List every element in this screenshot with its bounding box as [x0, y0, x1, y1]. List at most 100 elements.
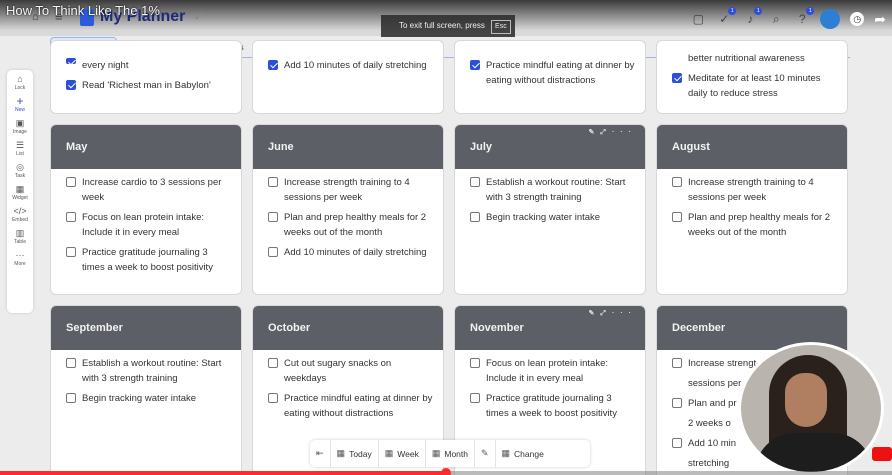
card-body: Focus on lean protein intake: Include it…	[455, 350, 645, 421]
left-toolbar: ⌂ Lock + New ▣ Image ☰ List ◎ Task ▦ Widget </> Embed…	[7, 70, 33, 313]
toolbar-embed[interactable]: </> Embed	[12, 206, 28, 223]
task-checkbox[interactable]	[470, 212, 480, 222]
month-card-partial: Add 10 minutes of daily stretching	[252, 40, 444, 114]
task-text[interactable]: sessions per	[688, 376, 741, 391]
task-text[interactable]: Increase strength training to 4 sessions…	[284, 175, 433, 205]
toolbar-label: Embed	[12, 217, 28, 223]
task-checkbox[interactable]	[268, 247, 278, 257]
task-text[interactable]: 2 weeks o	[688, 416, 731, 431]
brush-icon[interactable]: ✎	[589, 310, 601, 317]
month-card-june: June Increase strength training to 4 sess…	[252, 124, 444, 295]
collapse-icon: ⇤	[316, 448, 324, 458]
task-text[interactable]: Focus on lean protein intake: Include it…	[82, 210, 231, 240]
check-circle-icon[interactable]: ✓ 1	[716, 7, 737, 27]
toolbar-new[interactable]: + New	[15, 95, 25, 113]
task-checkbox[interactable]	[66, 247, 76, 257]
task-checkbox[interactable]	[470, 177, 480, 187]
task-text[interactable]: Begin tracking water intake	[486, 210, 600, 225]
month-title: May	[66, 141, 88, 153]
task-checkbox[interactable]	[672, 212, 682, 222]
task-checkbox[interactable]	[268, 358, 278, 368]
task-text[interactable]: Cut out sugary snacks on weekdays	[284, 356, 433, 386]
task-checkbox[interactable]	[66, 80, 76, 90]
view-today-button[interactable]: ▦ Today	[331, 440, 379, 467]
task-text[interactable]: Increase strengt	[688, 356, 756, 371]
toolbar-widget[interactable]: ▦ Widget	[12, 184, 28, 201]
task-text[interactable]: Add 10 min	[688, 436, 736, 451]
task-checkbox[interactable]	[672, 358, 682, 368]
task-text[interactable]: Meditate for at least 10 minutes daily t…	[688, 71, 837, 101]
card-actions: ✎⤢···	[589, 309, 637, 318]
task-checkbox[interactable]	[672, 73, 682, 83]
task-checkbox[interactable]	[470, 393, 480, 403]
task-checkbox[interactable]	[672, 438, 682, 448]
task-text[interactable]: Practice mindful eating at dinner by eat…	[284, 391, 433, 421]
calendar-month-icon: ▦	[431, 448, 441, 458]
more-icon[interactable]: ···	[612, 310, 637, 317]
task-text[interactable]: Increase strength training to 4 sessions…	[688, 175, 837, 205]
brush-button[interactable]: ✎	[475, 440, 496, 467]
task-text[interactable]: Practice gratitude journaling 3 times a …	[82, 245, 231, 275]
task-text[interactable]: Practice gratitude journaling 3 times a …	[486, 391, 635, 421]
view-change-button[interactable]: ▦ Change	[496, 440, 550, 467]
brush-icon[interactable]: ✎	[589, 129, 601, 136]
task-checkbox[interactable]	[268, 212, 278, 222]
toolbar-task[interactable]: ◎ Task	[15, 162, 25, 179]
task-text[interactable]: Plan and prep healthy meals for 2 weeks …	[688, 210, 837, 240]
task-text[interactable]: every night	[82, 58, 128, 73]
task-text[interactable]: Add 10 minutes of daily stretching	[284, 245, 427, 260]
task-checkbox[interactable]	[66, 58, 76, 64]
task-text[interactable]: Plan and pr	[688, 396, 737, 411]
task-checkbox[interactable]	[268, 177, 278, 187]
task-text[interactable]: Practice mindful eating at dinner by eat…	[486, 58, 635, 88]
task-text[interactable]: Add 10 minutes of daily stretching	[284, 58, 427, 73]
task-checkbox[interactable]	[66, 212, 76, 222]
task-text[interactable]: Increase cardio to 3 sessions per week	[82, 175, 231, 205]
toolbar-table[interactable]: ▥ Table	[14, 228, 26, 245]
task-checkbox[interactable]	[66, 393, 76, 403]
share-icon[interactable]: ➦	[874, 11, 886, 28]
task-text[interactable]: Establish a workout routine: Start with …	[486, 175, 635, 205]
task-text[interactable]: Read 'Richest man in Babylon'	[82, 78, 211, 93]
task-text[interactable]: better nutritional awareness	[688, 51, 805, 66]
month-header: August	[657, 125, 847, 169]
month-card-partial: Practice mindful eating at dinner by eat…	[454, 40, 646, 114]
view-week-button[interactable]: ▦ Week	[379, 440, 426, 467]
help-icon[interactable]: ? 1	[794, 7, 815, 27]
view-month-button[interactable]: ▦ Month	[426, 440, 475, 467]
task-text[interactable]: Establish a workout routine: Start with …	[82, 356, 231, 386]
user-avatar[interactable]	[820, 9, 841, 29]
task-text[interactable]: Plan and prep healthy meals for 2 weeks …	[284, 210, 433, 240]
expand-icon[interactable]: ⤢	[600, 310, 612, 317]
bell-icon[interactable]: ♪ 1	[742, 7, 763, 27]
toolbar-list[interactable]: ☰ List	[16, 140, 24, 157]
collapse-button[interactable]: ⇤	[310, 440, 331, 467]
video-progress-knob[interactable]	[441, 468, 451, 475]
lock-icon: ⌂	[17, 74, 23, 84]
card-body: Increase strength training to 4 sessions…	[657, 169, 847, 240]
task-text[interactable]: Begin tracking water intake	[82, 391, 196, 406]
expand-icon[interactable]: ⤢	[600, 129, 612, 136]
list-icon: ☰	[15, 140, 25, 150]
task-checkbox[interactable]	[672, 398, 682, 408]
task-checkbox[interactable]	[470, 358, 480, 368]
task-checkbox[interactable]	[470, 60, 480, 70]
more-icon[interactable]: ···	[612, 129, 637, 136]
undo-icon[interactable]: ↶	[194, 10, 205, 26]
task-text[interactable]: Focus on lean protein intake: Include it…	[486, 356, 635, 386]
task-checkbox[interactable]	[268, 393, 278, 403]
toolbar-image[interactable]: ▣ Image	[13, 118, 27, 135]
watch-later-icon[interactable]: ◷	[850, 12, 865, 26]
calendar-week-icon: ▦	[384, 448, 394, 458]
toolbar-more[interactable]: ··· More	[14, 250, 25, 267]
task-checkbox[interactable]	[268, 60, 278, 70]
task-checkbox[interactable]	[66, 358, 76, 368]
task-checkbox[interactable]	[66, 177, 76, 187]
task-text[interactable]: stretching	[688, 456, 729, 471]
search-icon[interactable]: ⌕	[768, 11, 784, 27]
video-progress-bar[interactable]	[0, 468, 892, 475]
task-checkbox[interactable]	[672, 177, 682, 187]
clipboard-icon[interactable]: ▢	[690, 11, 706, 27]
toolbar-lock[interactable]: ⌂ Lock	[15, 74, 26, 91]
webcam-body	[755, 433, 873, 472]
